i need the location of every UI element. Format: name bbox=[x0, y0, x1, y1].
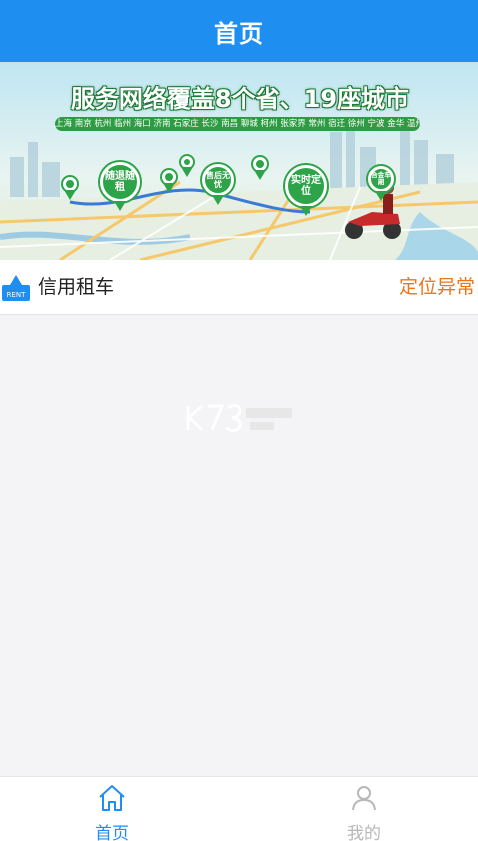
pin-aftersales: 售后无忧 bbox=[202, 164, 234, 205]
tab-home-label: 首页 bbox=[95, 824, 129, 841]
banner-headline: 服务网络覆盖8个省、19座城市 bbox=[70, 85, 410, 113]
pin-return-anytime: 随退随租 bbox=[100, 162, 140, 211]
pin-small-1 bbox=[63, 177, 77, 200]
pin-small-2 bbox=[162, 170, 176, 193]
svg-text:RENT: RENT bbox=[7, 291, 27, 299]
tab-home[interactable]: 首页 bbox=[52, 777, 172, 841]
rental-title: 信用租车 bbox=[38, 276, 115, 298]
watermark-logo bbox=[186, 403, 292, 433]
user-icon bbox=[352, 786, 376, 811]
pin-alloy-body: 合金车厢 bbox=[368, 166, 394, 201]
home-icon bbox=[99, 785, 125, 811]
pin-realtime-locate: 实时定位 bbox=[285, 165, 327, 216]
bottom-tab-bar: 首页 我的 bbox=[0, 776, 478, 841]
top-app-bar: 首页 bbox=[0, 0, 478, 62]
location-status-text[interactable]: 定位异常 bbox=[399, 260, 475, 315]
credit-rental-row[interactable]: RENT 信用租车 定位异常 bbox=[0, 260, 478, 315]
pin-small-3 bbox=[181, 156, 193, 177]
page-title: 首页 bbox=[214, 19, 264, 48]
banner-city-list: 上海 南京 杭州 临州 海口 济南 石家庄 长沙 南昌 聊城 柯州 张家界 常州… bbox=[55, 117, 420, 131]
promo-banner-carousel[interactable]: 服务网络覆盖8个省、19座城市 上海 南京 杭州 临州 海口 济南 石家庄 长沙… bbox=[0, 62, 478, 260]
tab-mine-label: 我的 bbox=[347, 824, 381, 841]
pin-small-4 bbox=[253, 157, 267, 180]
rent-icon: RENT bbox=[2, 275, 30, 301]
tab-mine[interactable]: 我的 bbox=[304, 777, 424, 841]
